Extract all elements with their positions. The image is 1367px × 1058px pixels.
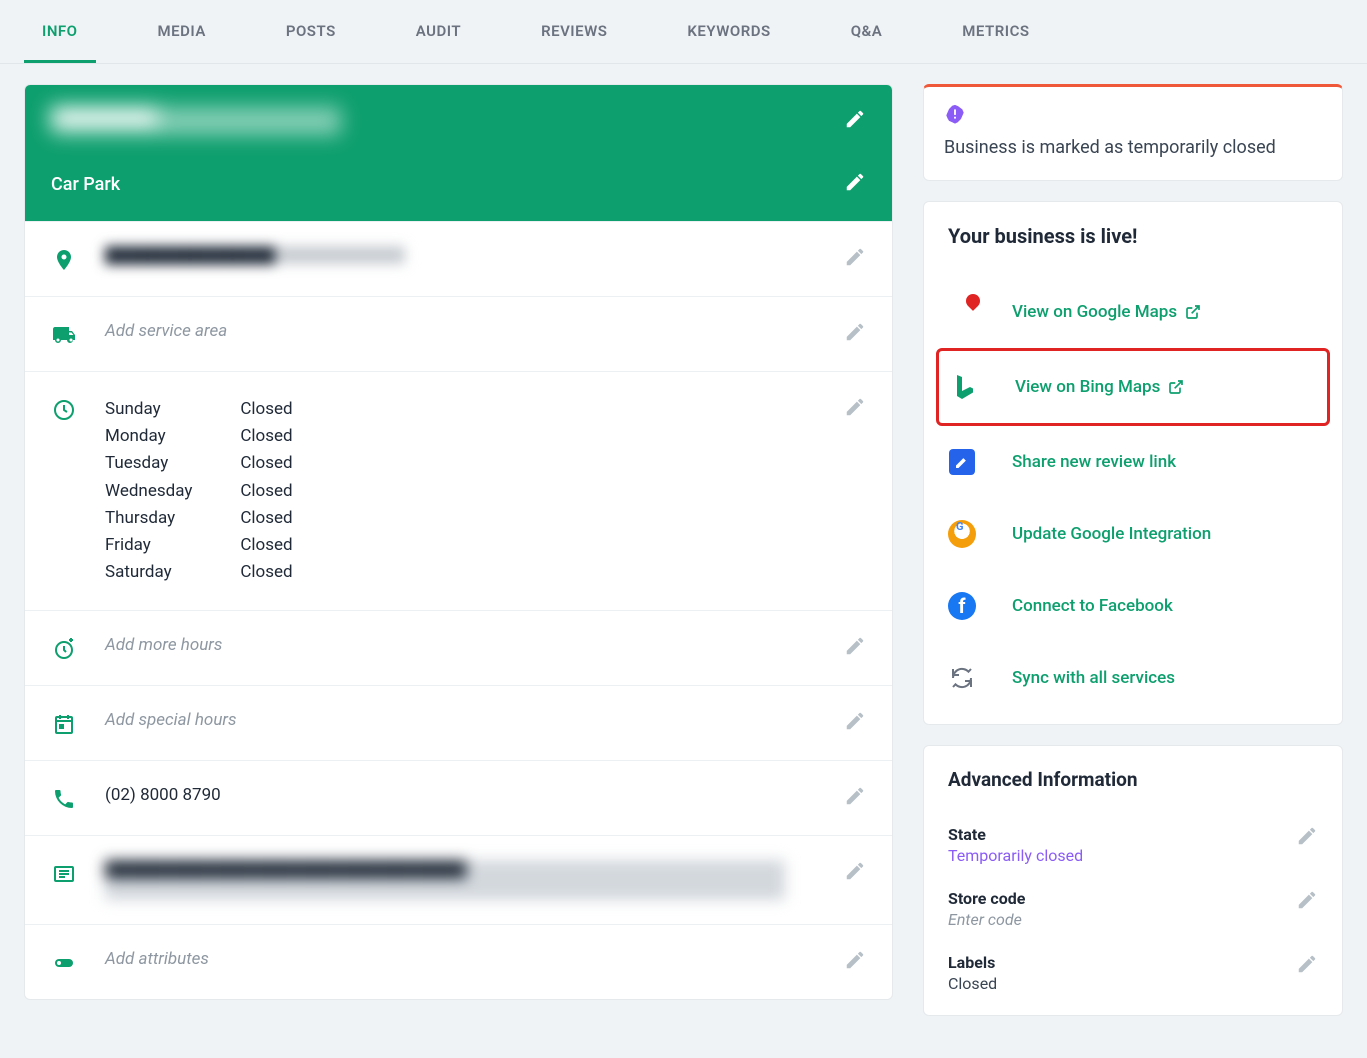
description-value: ██████████████████████████████████ bbox=[105, 860, 785, 900]
alert-icon bbox=[944, 103, 966, 125]
description-row: ██████████████████████████████████ bbox=[25, 835, 892, 924]
calendar-icon bbox=[51, 710, 77, 736]
labels-row: Labels Closed bbox=[948, 941, 1318, 1005]
bing-maps-highlight: View on Bing Maps bbox=[936, 348, 1330, 426]
address-row: ████████████████ bbox=[25, 221, 892, 296]
sync-icon bbox=[948, 664, 976, 692]
external-link-icon bbox=[1168, 379, 1184, 395]
external-link-icon bbox=[1185, 304, 1201, 320]
more-hours-row: Add more hours bbox=[25, 610, 892, 685]
tab-metrics[interactable]: METRICS bbox=[944, 0, 1047, 63]
tab-posts[interactable]: POSTS bbox=[268, 0, 354, 63]
business-category: Car Park bbox=[51, 174, 120, 195]
clock-plus-icon bbox=[51, 635, 77, 661]
share-review-link[interactable]: Share new review link bbox=[948, 426, 1318, 498]
update-google-integration-link[interactable]: Update Google Integration bbox=[948, 498, 1318, 570]
google-maps-icon bbox=[948, 298, 976, 326]
state-label: State bbox=[948, 825, 1083, 844]
service-area-placeholder: Add service area bbox=[105, 321, 227, 341]
phone-value: (02) 8000 8790 bbox=[105, 785, 221, 805]
tab-info[interactable]: INFO bbox=[24, 0, 96, 63]
tab-reviews[interactable]: REVIEWS bbox=[523, 0, 625, 63]
more-hours-placeholder: Add more hours bbox=[105, 635, 222, 655]
address-value: ████████████████ bbox=[105, 246, 405, 264]
state-value: Temporarily closed bbox=[948, 846, 1083, 865]
tab-keywords[interactable]: KEYWORDS bbox=[669, 0, 788, 63]
view-google-maps-link[interactable]: View on Google Maps bbox=[948, 276, 1318, 348]
edit-attributes-button[interactable] bbox=[844, 949, 866, 975]
edit-state-button[interactable] bbox=[1296, 825, 1318, 851]
info-panel: ██████████ Car Park ██████████ bbox=[24, 84, 893, 1000]
connect-facebook-link[interactable]: f Connect to Facebook bbox=[948, 570, 1318, 642]
attributes-placeholder: Add attributes bbox=[105, 949, 209, 969]
store-code-placeholder: Enter code bbox=[948, 910, 1025, 929]
tab-audit[interactable]: AUDIT bbox=[398, 0, 479, 63]
hours-row: Sunday Monday Tuesday Wednesday Thursday… bbox=[25, 371, 892, 610]
tab-media[interactable]: MEDIA bbox=[140, 0, 224, 63]
store-code-row: Store code Enter code bbox=[948, 877, 1318, 941]
state-row: State Temporarily closed bbox=[948, 813, 1318, 877]
sync-services-link[interactable]: Sync with all services bbox=[948, 642, 1318, 714]
tab-qa[interactable]: Q&A bbox=[833, 0, 901, 63]
phone-icon bbox=[51, 785, 77, 811]
attributes-row: Add attributes bbox=[25, 924, 892, 999]
edit-service-area-button[interactable] bbox=[844, 321, 866, 347]
live-title: Your business is live! bbox=[948, 224, 1318, 248]
facebook-icon: f bbox=[948, 592, 976, 620]
description-icon bbox=[51, 860, 77, 886]
review-icon bbox=[948, 448, 976, 476]
google-integration-icon bbox=[948, 520, 976, 548]
labels-value: Closed bbox=[948, 974, 997, 993]
bing-icon bbox=[951, 373, 979, 401]
edit-more-hours-button[interactable] bbox=[844, 635, 866, 661]
business-header: ██████████ Car Park bbox=[25, 85, 892, 221]
hours-status-column: Closed Closed Closed Closed Closed Close… bbox=[240, 396, 292, 586]
tabs-bar: INFO MEDIA POSTS AUDIT REVIEWS KEYWORDS … bbox=[0, 0, 1367, 64]
edit-name-button[interactable] bbox=[844, 108, 866, 134]
store-code-label: Store code bbox=[948, 889, 1025, 908]
advanced-info-card: Advanced Information State Temporarily c… bbox=[923, 745, 1343, 1016]
advanced-title: Advanced Information bbox=[948, 768, 1318, 791]
tag-icon bbox=[51, 949, 77, 975]
alert-card: Business is marked as temporarily closed bbox=[923, 84, 1343, 181]
clock-icon bbox=[51, 396, 77, 422]
live-card: Your business is live! View on Google Ma… bbox=[923, 201, 1343, 725]
hours-days-column: Sunday Monday Tuesday Wednesday Thursday… bbox=[105, 396, 192, 586]
labels-label: Labels bbox=[948, 953, 997, 972]
view-bing-maps-link[interactable]: View on Bing Maps bbox=[949, 363, 1317, 411]
special-hours-placeholder: Add special hours bbox=[105, 710, 237, 730]
edit-phone-button[interactable] bbox=[844, 785, 866, 811]
edit-labels-button[interactable] bbox=[1296, 953, 1318, 979]
edit-store-code-button[interactable] bbox=[1296, 889, 1318, 915]
truck-icon bbox=[51, 321, 77, 347]
service-area-row: Add service area bbox=[25, 296, 892, 371]
special-hours-row: Add special hours bbox=[25, 685, 892, 760]
location-pin-icon bbox=[51, 246, 77, 272]
edit-description-button[interactable] bbox=[844, 860, 866, 886]
edit-hours-button[interactable] bbox=[844, 396, 866, 422]
edit-category-button[interactable] bbox=[844, 171, 866, 197]
edit-special-hours-button[interactable] bbox=[844, 710, 866, 736]
phone-row: (02) 8000 8790 bbox=[25, 760, 892, 835]
edit-address-button[interactable] bbox=[844, 246, 866, 272]
business-name: ██████████ bbox=[51, 107, 341, 135]
alert-text: Business is marked as temporarily closed bbox=[944, 137, 1322, 158]
